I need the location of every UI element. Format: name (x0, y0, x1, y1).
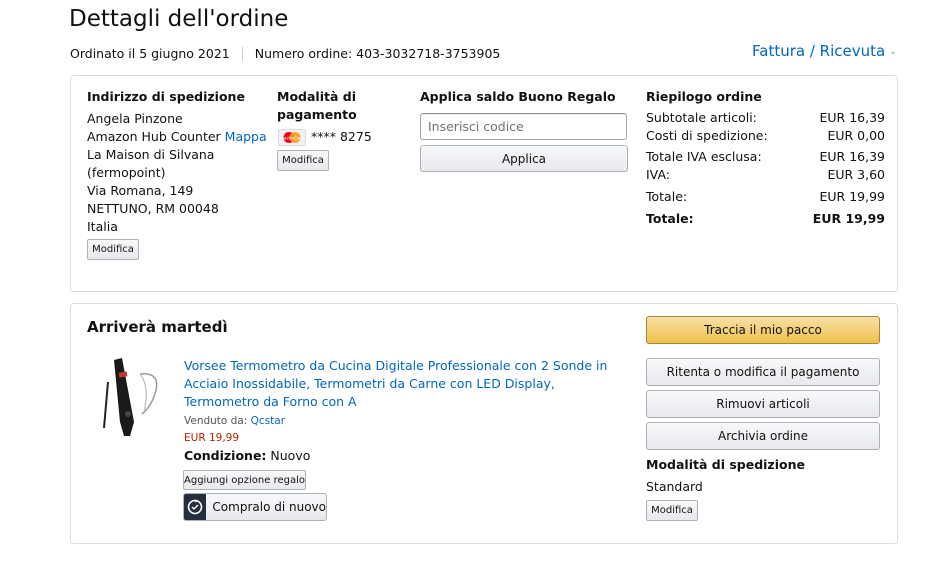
product-title-link[interactable]: Vorsee Termometro da Cucina Digitale Pro… (184, 357, 624, 411)
seller-link[interactable]: Qcstar (251, 415, 285, 427)
sold-by: Venduto da: Qcstar (184, 415, 285, 427)
invoice-link-label: Fattura / Ricevuta (752, 42, 886, 60)
address-line-4: Via Romana, 149 (87, 183, 194, 198)
address-line-2: La Maison di Silvana (87, 147, 215, 162)
shipping-address-heading: Indirizzo di spedizione (87, 89, 245, 104)
shipping-method-heading: Modalità di spedizione (646, 457, 805, 472)
card-number: **** 8275 (311, 129, 372, 144)
order-info-panel (70, 75, 898, 292)
grand-total-label: Totale: (646, 211, 694, 226)
address-line-5: NETTUNO, RM 00048 (87, 201, 219, 216)
order-meta: Ordinato il 5 giugno 2021 Numero ordine:… (70, 46, 500, 61)
payment-heading: Modalità di pagamento (277, 88, 357, 124)
mastercard-logo-text: MasterCard (280, 136, 303, 141)
chevron-down-icon: ⌄ (889, 47, 897, 57)
gift-code-input[interactable] (420, 113, 627, 140)
address-line-3: (fermopoint) (87, 165, 166, 180)
edit-shipping-method-button[interactable]: Modifica (646, 500, 698, 521)
item-condition: Condizione: Nuovo (184, 448, 310, 463)
sold-by-label: Venduto da: (184, 415, 248, 427)
condition-value: Nuovo (270, 448, 311, 463)
retry-payment-button[interactable]: Ritenta o modifica il pagamento (646, 358, 880, 386)
total-excl-vat-value: EUR 16,39 (819, 149, 886, 164)
invoice-dropdown[interactable]: Fattura / Ricevuta ⌄ (752, 42, 897, 60)
add-gift-option-button[interactable]: Aggiungi opzione regalo (183, 470, 306, 490)
edit-payment-button[interactable]: Modifica (277, 150, 329, 171)
total-value: EUR 19,99 (819, 189, 886, 204)
mastercard-icon: MasterCard (278, 129, 306, 146)
buy-again-icon (184, 494, 207, 520)
item-price: EUR 19,99 (184, 432, 240, 444)
address-line-1-text: Amazon Hub Counter (87, 129, 221, 144)
total-excl-vat-label: Totale IVA esclusa: (646, 149, 762, 164)
order-summary-heading: Riepilogo ordine (646, 89, 762, 104)
buy-again-label: Compralo di nuovo (212, 500, 326, 514)
total-label: Totale: (646, 189, 688, 204)
arrival-status: Arriverà martedì (87, 318, 228, 336)
product-image[interactable] (100, 356, 170, 440)
archive-order-button[interactable]: Archivia ordine (646, 422, 880, 450)
address-line-1: Amazon Hub Counter Mappa (87, 128, 267, 146)
remove-items-button[interactable]: Rimuovi articoli (646, 390, 880, 418)
grand-total-value: EUR 19,99 (812, 211, 885, 226)
buy-again-button[interactable]: Compralo di nuovo (183, 493, 327, 521)
map-link[interactable]: Mappa (225, 129, 267, 144)
shipping-cost-value: EUR 0,00 (827, 128, 885, 143)
vat-value: EUR 3,60 (827, 167, 885, 182)
subtotal-value: EUR 16,39 (819, 110, 886, 125)
track-package-button[interactable]: Traccia il mio pacco (646, 316, 880, 344)
gift-card-heading: Applica saldo Buono Regalo (420, 89, 616, 104)
edit-address-button[interactable]: Modifica (87, 239, 139, 260)
shipping-cost-label: Costi di spedizione: (646, 128, 768, 143)
recipient-name: Angela Pinzone (87, 111, 183, 126)
divider (241, 46, 243, 61)
apply-gift-button[interactable]: Applica (420, 145, 628, 172)
subtotal-label: Subtotale articoli: (646, 110, 757, 125)
order-number: Numero ordine: 403-3032718-3753905 (254, 46, 501, 61)
address-country: Italia (87, 219, 118, 234)
page-title: Dettagli dell'ordine (69, 6, 289, 32)
condition-label: Condizione: (184, 448, 267, 463)
shipping-method-value: Standard (646, 479, 703, 494)
payment-heading-line-1: Modalità di (277, 89, 356, 104)
order-date: Ordinato il 5 giugno 2021 (70, 46, 230, 61)
vat-label: IVA: (646, 167, 670, 182)
payment-heading-line-2: pagamento (277, 107, 357, 122)
